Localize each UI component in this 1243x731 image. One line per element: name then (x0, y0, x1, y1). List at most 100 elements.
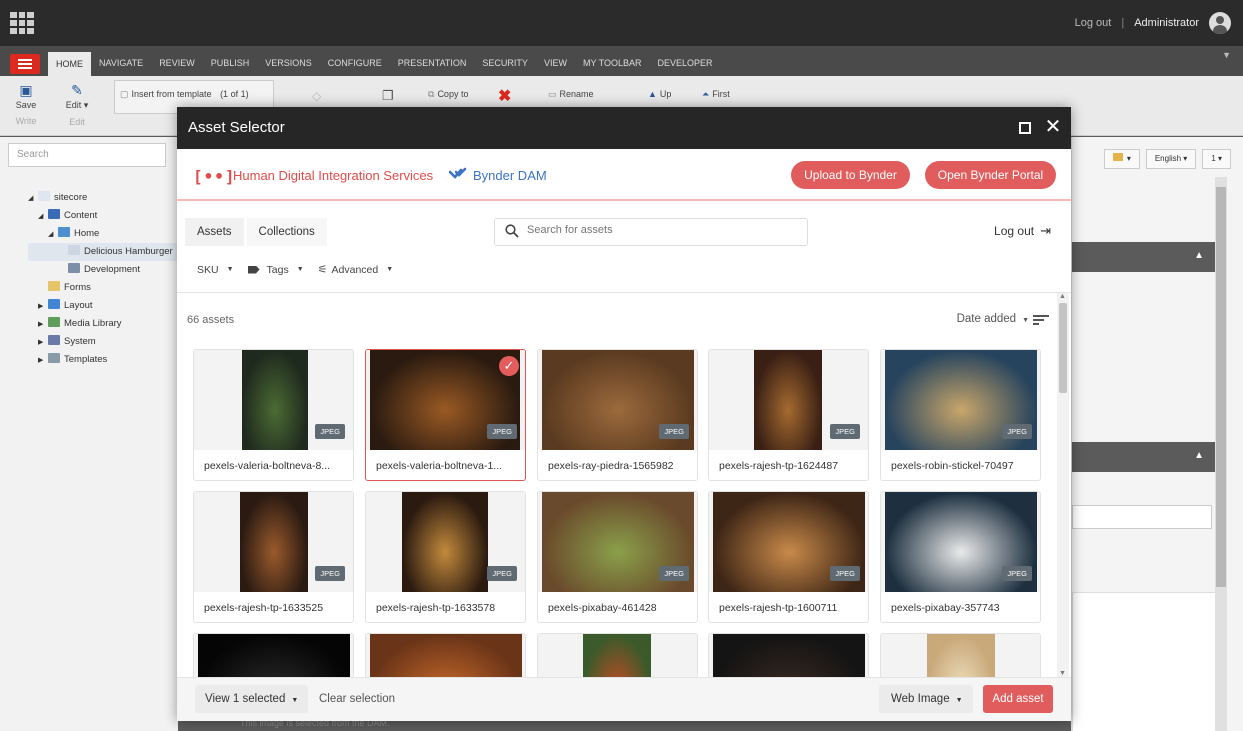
asset-card[interactable]: JPEG pexels-pixabay-461428 (537, 491, 698, 623)
app-launcher-icon[interactable] (10, 12, 34, 34)
tree-node[interactable]: ▶ Templates (28, 351, 178, 369)
maximize-icon[interactable] (1015, 118, 1035, 138)
tree-item-icon (58, 227, 70, 237)
tree-node[interactable]: ▶ System (28, 333, 178, 351)
section-header[interactable]: ▲ (1072, 242, 1218, 272)
tree-toggle-icon[interactable]: ▶ (38, 316, 48, 334)
tab-security[interactable]: SECURITY (474, 46, 536, 76)
user-name[interactable]: Administrator (1134, 17, 1199, 29)
tree-toggle-icon[interactable]: ▶ (38, 298, 48, 316)
selected-check-icon[interactable]: ✓ (499, 356, 519, 376)
tab-publish[interactable]: PUBLISH (203, 46, 258, 76)
close-icon[interactable]: ✕ (1043, 117, 1063, 138)
tab-versions[interactable]: VERSIONS (257, 46, 320, 76)
asset-card[interactable]: JPEG pexels-pixabay-357743 (880, 491, 1041, 623)
search-icon (505, 224, 519, 238)
tree-search-input[interactable]: Search (8, 143, 166, 167)
tab-view[interactable]: VIEW (536, 46, 575, 76)
tree-node[interactable]: ▶ Media Library (28, 315, 178, 333)
asset-card[interactable]: JPEG pexels-rajesh-tp-1600711 (708, 491, 869, 623)
tab-assets[interactable]: Assets (185, 218, 244, 246)
tab-configure[interactable]: CONFIGURE (320, 46, 390, 76)
sort-order-icon[interactable] (1033, 315, 1049, 325)
tree-toggle-icon[interactable]: ▶ (38, 334, 48, 352)
hamburger-menu-icon[interactable] (10, 54, 40, 74)
save-button[interactable]: ▣ Save Write (12, 82, 40, 126)
asset-card[interactable] (537, 633, 698, 677)
asset-card[interactable] (365, 633, 526, 677)
asset-name: pexels-valeria-boltneva-1... (376, 460, 503, 472)
tree-toggle-icon[interactable]: ◢ (48, 226, 58, 244)
clear-selection-button[interactable]: Clear selection (319, 693, 395, 705)
tree-toggle-icon[interactable]: ▶ (38, 352, 48, 370)
asset-search-box[interactable] (494, 218, 808, 246)
section-header[interactable]: ▲ (1072, 442, 1218, 472)
advanced-filter[interactable]: ⚟ Advanced ▼ (318, 263, 394, 277)
asset-count: 66 assets (187, 314, 235, 326)
open-bynder-portal-button[interactable]: Open Bynder Portal (925, 161, 1056, 189)
asset-card[interactable]: JPEG pexels-valeria-boltneva-8... (193, 349, 354, 481)
tab-home[interactable]: HOME (48, 52, 91, 76)
version-dropdown[interactable]: 1 ▾ (1202, 149, 1231, 169)
tree-node[interactable]: ▶ Layout (28, 297, 178, 315)
rename-button[interactable]: ▭ Rename (548, 89, 594, 100)
first-arrow-icon: ⏶ (702, 89, 710, 99)
ribbon-collapse-icon[interactable]: ▼ (1222, 50, 1231, 60)
asset-card[interactable]: JPEG pexels-ray-piedra-1565982 (537, 349, 698, 481)
asset-card[interactable]: JPEG pexels-rajesh-tp-1633525 (193, 491, 354, 623)
content-tree: ◢ sitecore ◢ Content ◢ Home Delicious Hamburge… (28, 189, 178, 369)
view-selected-button[interactable]: View 1 selected ▼ (195, 685, 309, 713)
file-type-badge: JPEG (487, 424, 517, 439)
asset-card[interactable]: JPEG ✓ pexels-valeria-boltneva-1... (365, 349, 526, 481)
tree-node[interactable]: Delicious Hamburger (28, 243, 178, 261)
insert-count: (1 of 1) (220, 89, 249, 99)
upload-to-bynder-button[interactable]: Upload to Bynder (791, 161, 910, 189)
asset-scrollbar[interactable]: ▲ ▼ (1057, 293, 1069, 677)
thumbnail-image (713, 634, 865, 677)
text-field[interactable] (1072, 505, 1212, 529)
tree-item-icon (48, 209, 60, 219)
up-button[interactable]: ▲ Up (648, 89, 671, 99)
tree-node[interactable]: Development (28, 261, 178, 279)
copy-to-button[interactable]: ⧉ Copy to (428, 89, 468, 100)
tree-node[interactable]: Forms (28, 279, 178, 297)
language-dropdown[interactable]: English ▾ (1145, 149, 1197, 169)
logout-link[interactable]: Log out (1075, 17, 1112, 29)
asset-card[interactable]: JPEG pexels-robin-stickel-70497 (880, 349, 1041, 481)
asset-search-input[interactable] (527, 224, 787, 236)
duplicate-icon[interactable]: ❐ (382, 88, 394, 104)
avatar[interactable] (1209, 12, 1231, 34)
tab-developer[interactable]: DEVELOPER (649, 46, 720, 76)
format-dropdown[interactable]: Web Image ▼ (879, 685, 973, 713)
tree-node[interactable]: ◢ Content (28, 207, 178, 225)
insert-from-template-button[interactable]: ▢ Insert from template (1 of 1) (120, 89, 249, 100)
tags-filter[interactable]: Tags ▼ (247, 263, 304, 276)
scrollbar[interactable] (1215, 177, 1227, 731)
add-asset-button[interactable]: Add asset (983, 685, 1053, 713)
asset-card[interactable] (880, 633, 1041, 677)
first-button[interactable]: ⏶ First (702, 89, 730, 100)
tree-node[interactable]: ◢ Home (28, 225, 178, 243)
tag-icon[interactable]: ◇ (312, 89, 321, 103)
file-type-badge: JPEG (830, 566, 860, 581)
asset-card[interactable] (193, 633, 354, 677)
delete-icon[interactable]: ✖ (498, 86, 511, 106)
asset-card[interactable] (708, 633, 869, 677)
tab-presentation[interactable]: PRESENTATION (390, 46, 475, 76)
tree-toggle-icon[interactable]: ◢ (38, 208, 48, 226)
tab-my-toolbar[interactable]: MY TOOLBAR (575, 46, 650, 76)
asset-card[interactable]: JPEG pexels-rajesh-tp-1633578 (365, 491, 526, 623)
tab-collections[interactable]: Collections (243, 218, 327, 246)
tab-navigate[interactable]: NAVIGATE (91, 46, 151, 76)
asset-card[interactable]: JPEG pexels-rajesh-tp-1624487 (708, 349, 869, 481)
tree-node[interactable]: ◢ sitecore (28, 189, 178, 207)
file-type-badge: JPEG (659, 566, 689, 581)
sort-dropdown[interactable]: Date added ▼ (957, 313, 1029, 325)
sku-filter[interactable]: SKU ▼ (197, 263, 234, 276)
tag-icon (247, 265, 260, 274)
bynder-logout-link[interactable]: Log out ⇥ (994, 223, 1051, 239)
tab-review[interactable]: REVIEW (151, 46, 203, 76)
tree-toggle-icon[interactable]: ◢ (28, 190, 38, 208)
flag-dropdown[interactable]: ▾ (1103, 149, 1140, 169)
edit-button[interactable]: ✎ Edit ▾ Edit (60, 82, 94, 127)
